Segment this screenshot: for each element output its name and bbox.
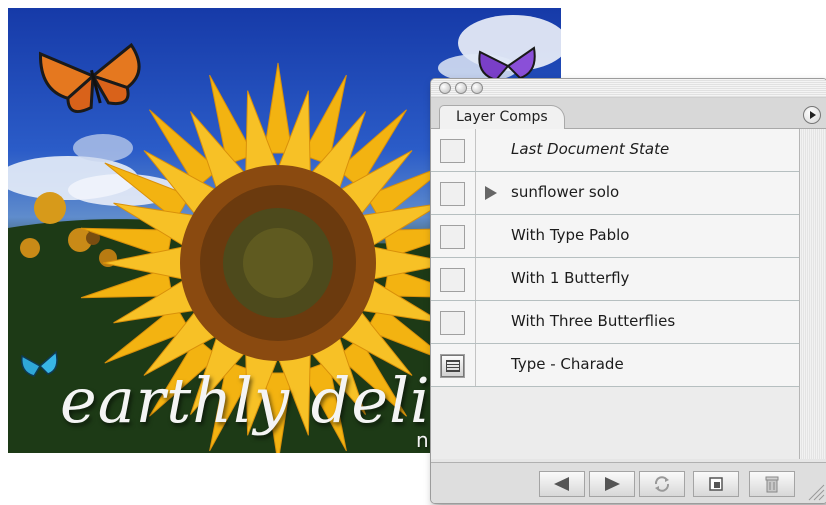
- new-comp-icon: [709, 477, 723, 491]
- comp-name: sunflower solo: [511, 183, 620, 201]
- palette-button-bar: [431, 462, 826, 503]
- previous-arrow-icon: [554, 477, 569, 491]
- update-comp-button[interactable]: [639, 471, 685, 497]
- comp-name: With Type Pablo: [511, 226, 630, 244]
- comp-name: Last Document State: [511, 140, 670, 158]
- comp-row-sunflower-solo[interactable]: sunflower solo: [431, 172, 799, 215]
- palette-menu-button[interactable]: [803, 106, 821, 124]
- previous-comp-button[interactable]: [539, 471, 585, 497]
- document-title-text: earthly delig: [60, 364, 472, 437]
- apply-comp-toggle[interactable]: [431, 215, 476, 257]
- comp-row-with-three-butterflies[interactable]: With Three Butterflies: [431, 301, 799, 344]
- update-refresh-icon: [654, 476, 670, 492]
- next-comp-button[interactable]: [589, 471, 635, 497]
- apply-comp-toggle[interactable]: [431, 301, 476, 343]
- minimize-button[interactable]: [455, 82, 467, 94]
- layer-comps-list: Last Document State sunflower solo With …: [431, 129, 800, 459]
- apply-comp-toggle[interactable]: [431, 344, 476, 386]
- delete-comp-button[interactable]: [749, 471, 795, 497]
- new-comp-button[interactable]: [693, 471, 739, 497]
- expand-arrow-icon[interactable]: [485, 186, 497, 200]
- document-subtitle-text: n: [416, 428, 429, 452]
- comp-name: Type - Charade: [511, 355, 624, 373]
- monarch-butterfly-icon: [38, 42, 141, 114]
- palette-titlebar[interactable]: [431, 79, 826, 98]
- resize-grip-icon[interactable]: [805, 481, 825, 501]
- zoom-button[interactable]: [471, 82, 483, 94]
- palette-menu-arrow-icon: [810, 111, 816, 119]
- trash-icon: [765, 476, 779, 493]
- palette-scrollbar[interactable]: [800, 129, 826, 459]
- next-arrow-icon: [605, 477, 620, 491]
- comp-row-type-charade[interactable]: Type - Charade: [431, 344, 799, 387]
- applied-comp-icon: [440, 354, 465, 378]
- tab-layer-comps[interactable]: Layer Comps: [439, 105, 565, 129]
- close-button[interactable]: [439, 82, 451, 94]
- apply-comp-toggle[interactable]: [431, 258, 476, 300]
- palette-tab-row: Layer Comps: [431, 98, 826, 129]
- comp-name: With 1 Butterfly: [511, 269, 630, 287]
- apply-comp-toggle[interactable]: [431, 129, 476, 171]
- comp-name: With Three Butterflies: [511, 312, 676, 330]
- apply-comp-toggle[interactable]: [431, 172, 476, 214]
- layer-comps-palette: Layer Comps Last Document State sunflowe…: [430, 78, 826, 504]
- comp-row-with-type-pablo[interactable]: With Type Pablo: [431, 215, 799, 258]
- comp-row-last-document-state[interactable]: Last Document State: [431, 129, 799, 172]
- comp-row-with-1-butterfly[interactable]: With 1 Butterfly: [431, 258, 799, 301]
